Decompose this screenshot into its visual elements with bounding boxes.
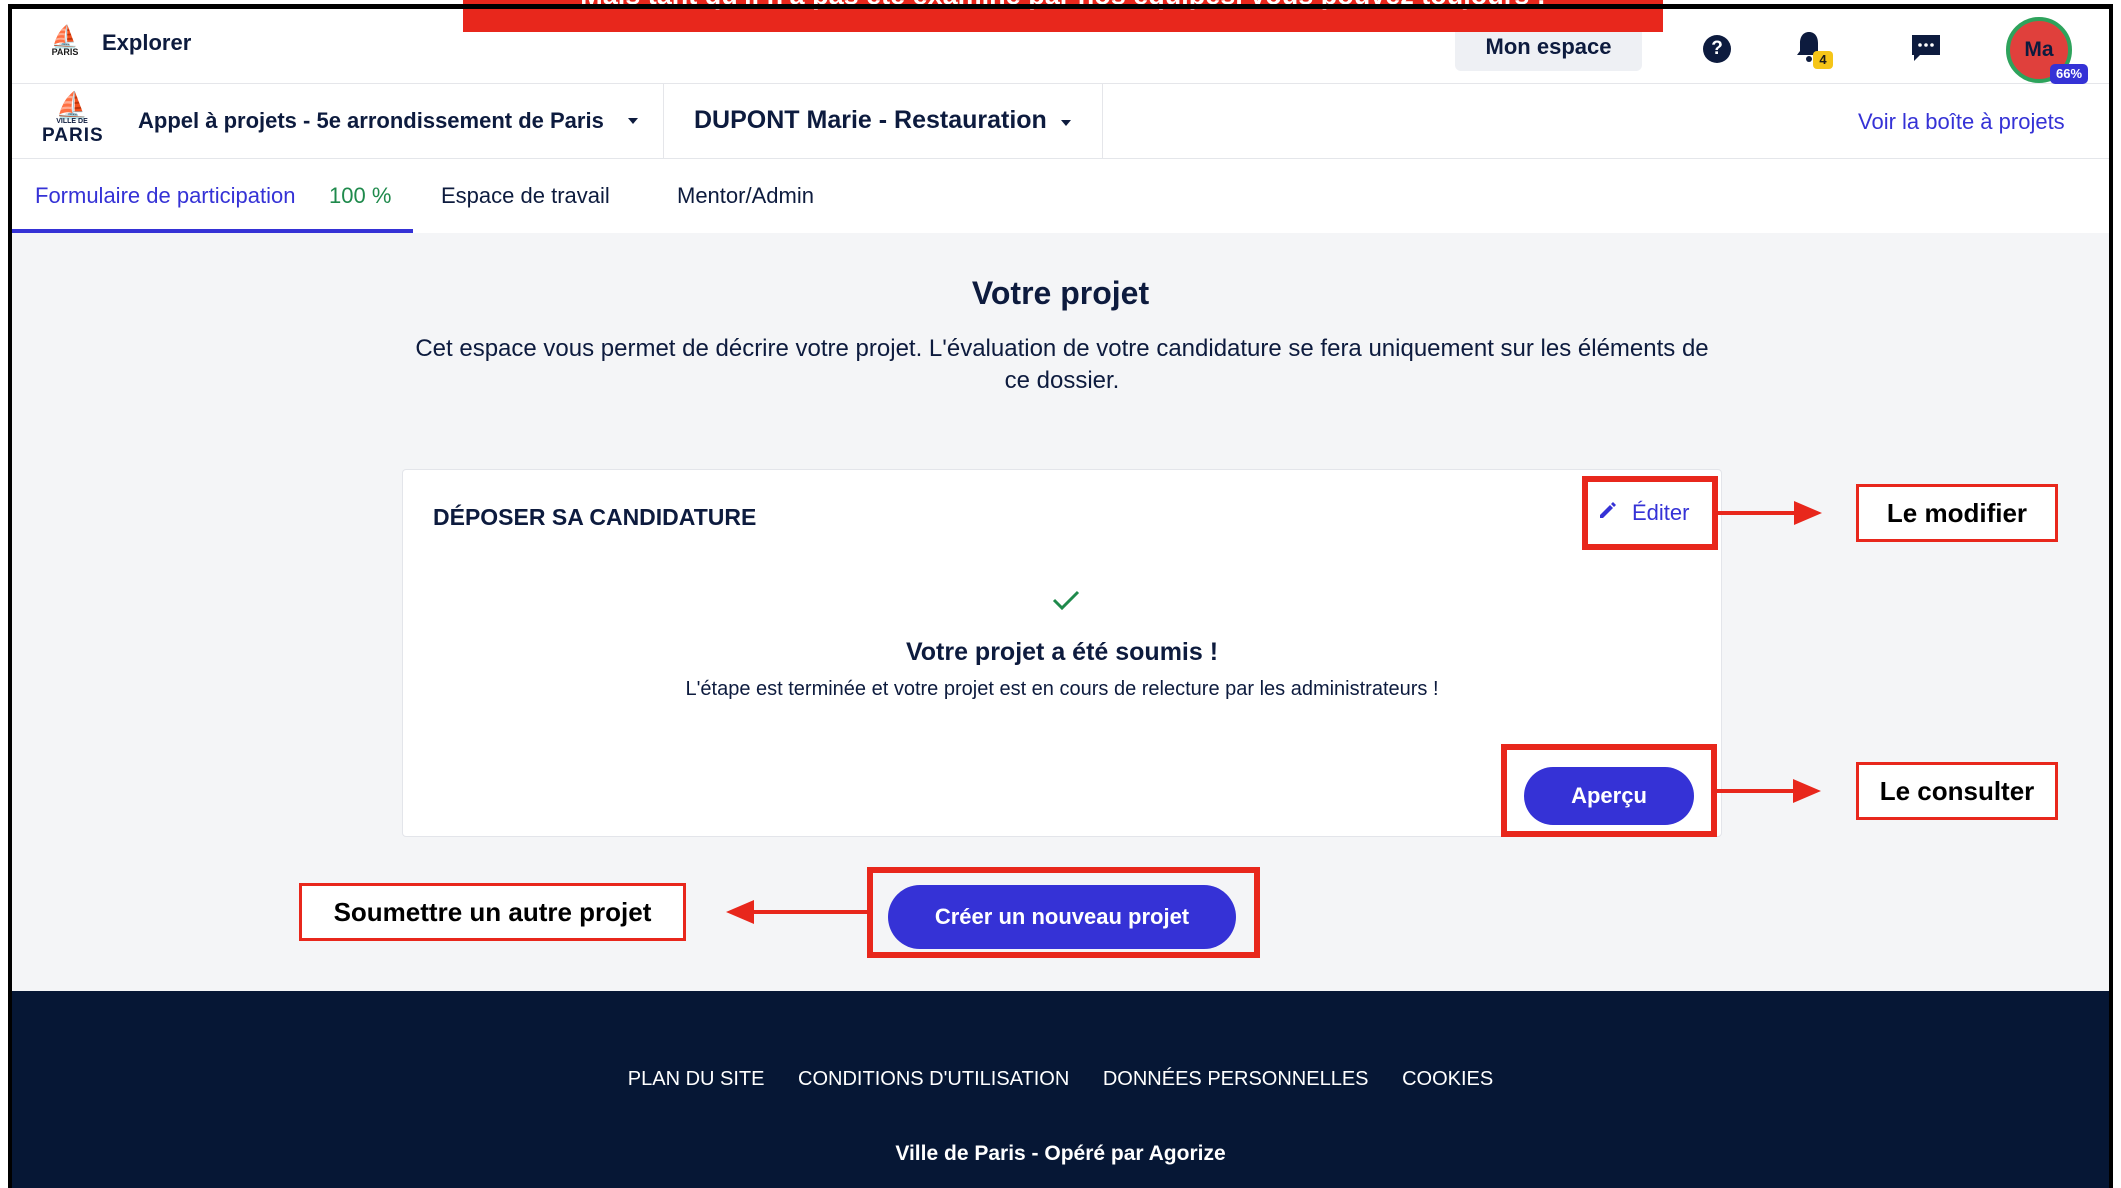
footer-link-plan[interactable]: PLAN DU SITE [628,1068,765,1090]
help-icon[interactable]: ? [1703,35,1731,63]
page-intro: Cet espace vous permet de décrire votre … [415,335,1709,394]
create-highlight-box [867,867,1260,958]
footer-link-cookies[interactable]: COOKIES [1402,1068,1493,1090]
page-title: Votre projet [971,275,1150,311]
chat-icon[interactable] [1910,33,1942,63]
ville-de-paris-logo[interactable]: ⛵ VILLE DE PARIS [42,90,103,150]
divider [663,84,664,158]
ship-icon: ⛵ [55,90,89,120]
explorer-link[interactable]: Explorer [102,30,191,56]
annotation-submit-other: Soumettre un autre projet [299,883,686,941]
annotation-consult: Le consulter [1856,762,2058,820]
tab-formulaire-progress: 100 % [329,183,392,208]
submitted-text: L'étape est terminée et votre projet est… [685,678,1439,700]
footer-link-conditions[interactable]: CONDITIONS D'UTILISATION [798,1068,1069,1090]
profile-progress-badge: 66% [2050,64,2088,84]
footer-link-donnees[interactable]: DONNÉES PERSONNELLES [1103,1068,1369,1090]
ship-icon: ⛵ [51,24,79,49]
tab-bar: Formulaire de participation 100 % Espace… [12,159,2109,233]
checkmark-icon [1052,590,1080,611]
appel-projets-select[interactable]: Appel à projets - 5e arrondissement de P… [138,108,604,134]
project-select[interactable]: DUPONT Marie - Restauration [694,106,1047,135]
footer-links: PLAN DU SITE CONDITIONS D'UTILISATION DO… [12,1068,2109,1091]
tab-mentor-admin[interactable]: Mentor/Admin [677,183,814,209]
annotation-modify: Le modifier [1856,484,2058,542]
chevron-down-icon[interactable] [627,117,639,125]
voir-boite-projets-link[interactable]: Voir la boîte à projets [1858,109,2065,135]
paris-logo-small[interactable]: ⛵ PARIS [40,24,90,65]
edit-highlight-box [1582,476,1718,550]
arrow-right-icon [1718,501,1822,525]
arrow-right-icon [1717,779,1821,803]
divider [1102,84,1103,158]
project-bar: ⛵ VILLE DE PARIS Appel à projets - 5e ar… [12,84,2109,159]
preview-highlight-box [1501,744,1717,837]
chevron-down-icon[interactable] [1060,119,1072,127]
notification-badge: 4 [1813,51,1833,69]
footer: PLAN DU SITE CONDITIONS D'UTILISATION DO… [12,991,2109,1188]
card-title: DÉPOSER SA CANDIDATURE [433,504,757,530]
submitted-title: Votre projet a été soumis ! [905,638,1219,666]
instruction-banner: Mais tant qu'il n'a pas été examiné par … [463,0,1663,32]
arrow-left-icon [726,900,869,924]
tab-formulaire[interactable]: Formulaire de participation [35,183,295,209]
footer-credit: Ville de Paris - Opéré par Agorize [895,1142,1226,1165]
tab-espace-travail[interactable]: Espace de travail [441,183,610,209]
